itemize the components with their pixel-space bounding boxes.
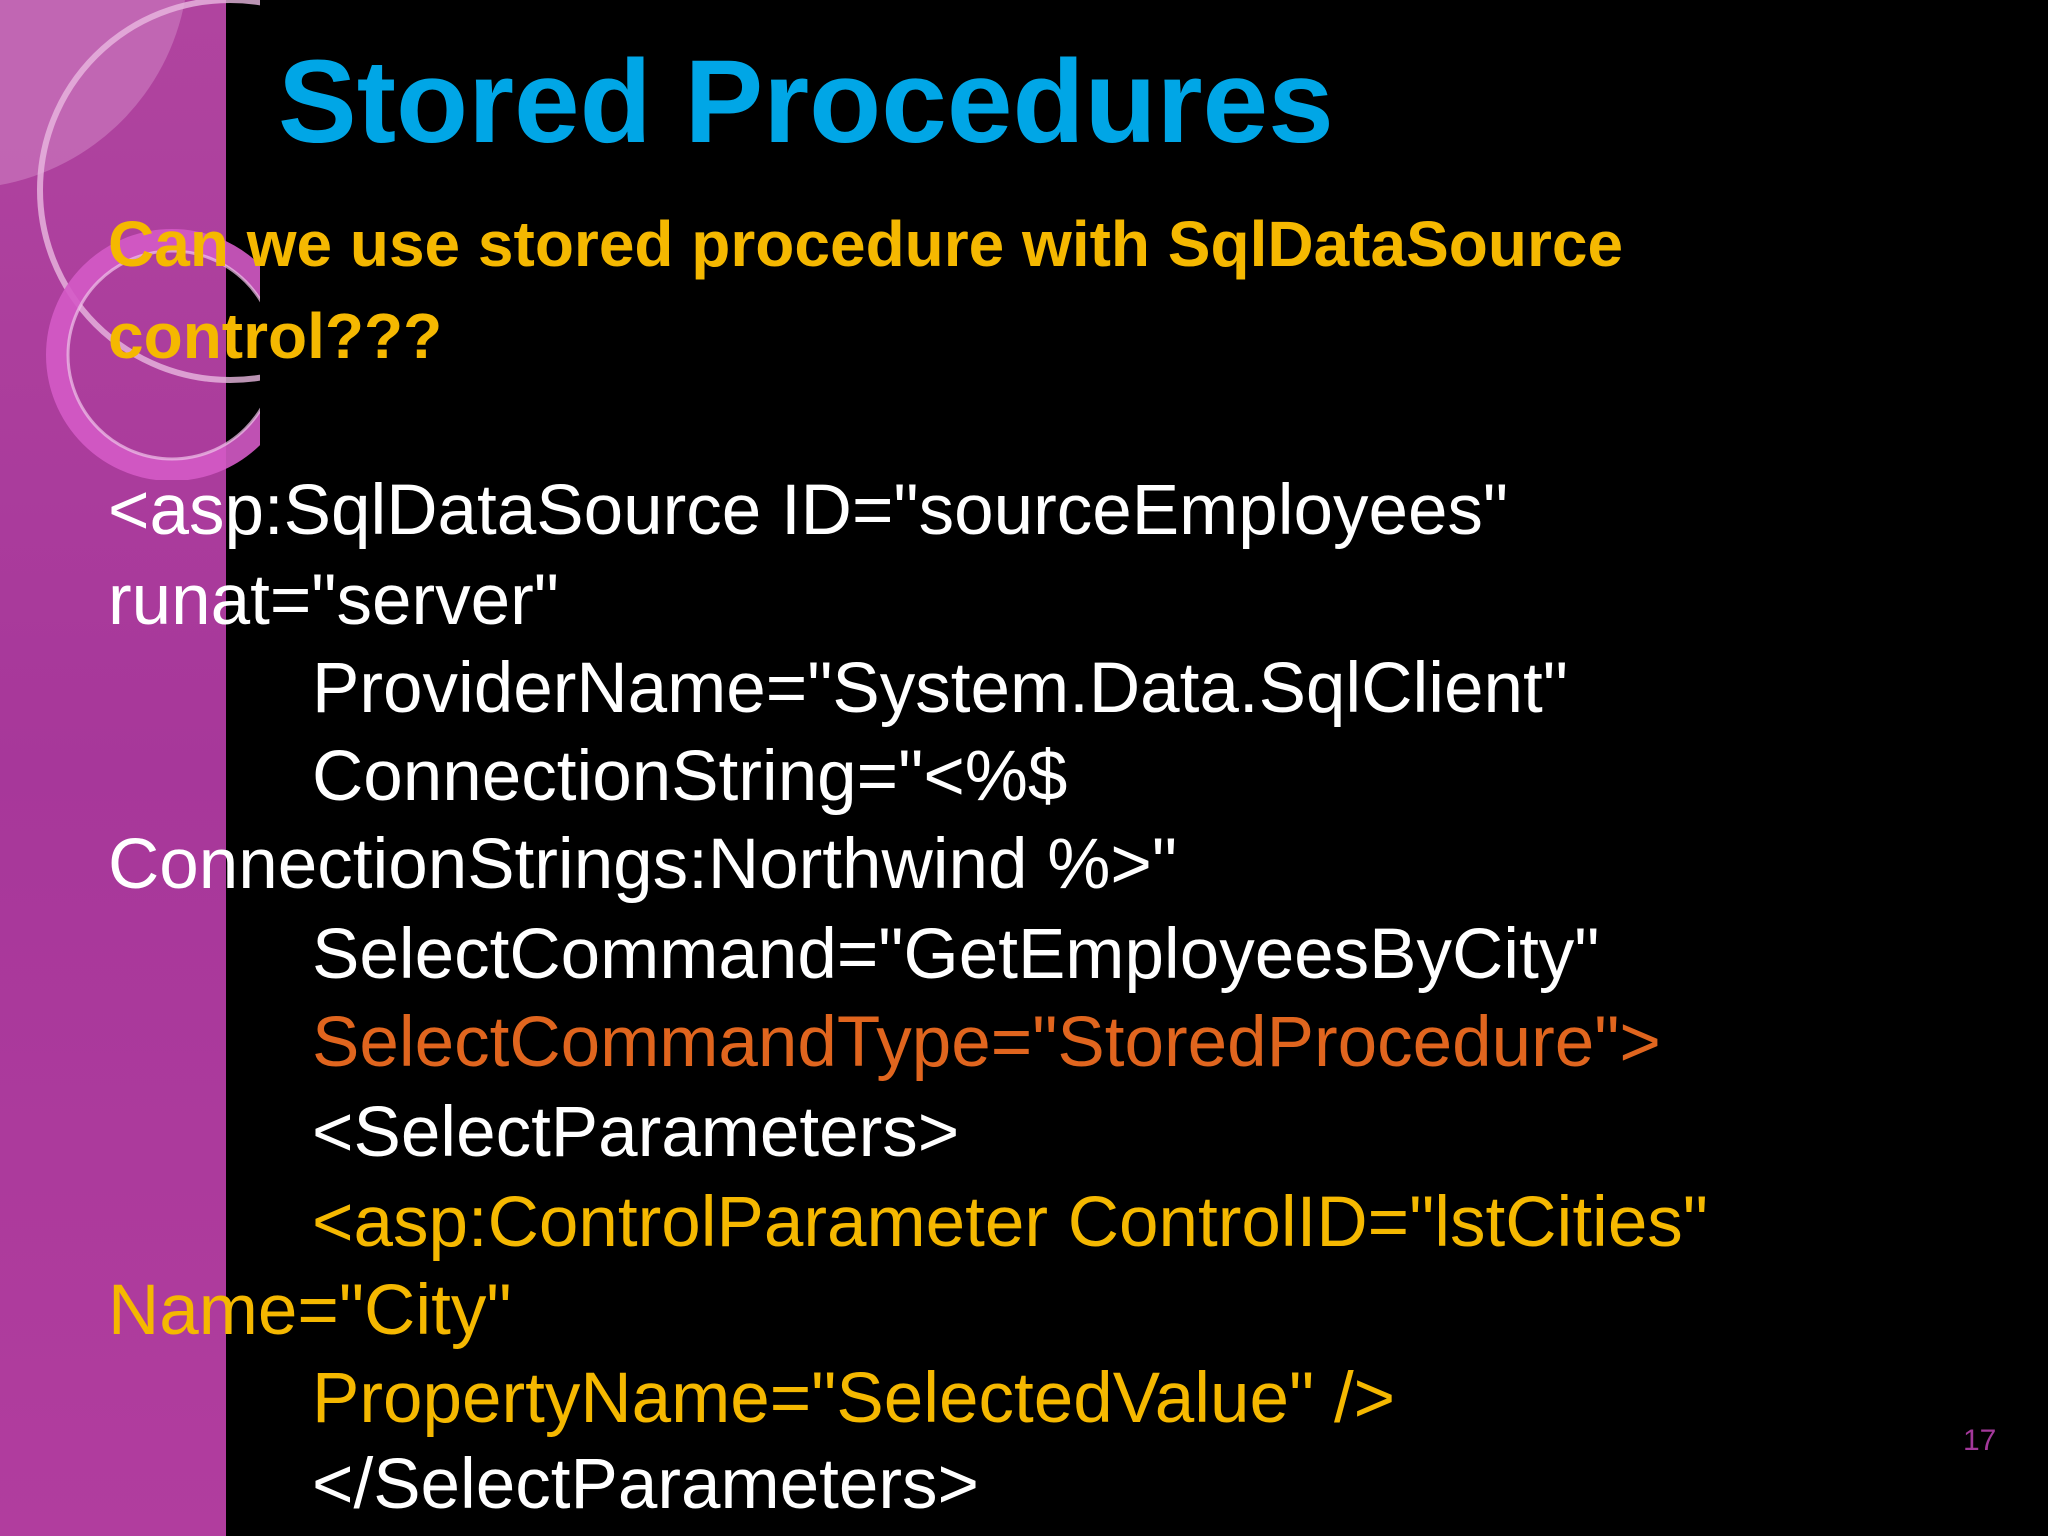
code-line-10: Name="City": [108, 1271, 512, 1350]
code-line-4: ConnectionString="<%$: [312, 737, 1068, 816]
code-line-7: SelectCommandType="StoredProcedure">: [312, 1003, 1661, 1082]
slide-title: Stored Procedures: [278, 36, 1334, 168]
page-number: 17: [1963, 1424, 1997, 1457]
code-line-3: ProviderName="System.Data.SqlClient": [312, 649, 1568, 728]
quarter-circle-shape: [0, 0, 185, 185]
code-line-6: SelectCommand="GetEmployeesByCity": [312, 915, 1600, 994]
code-line-5: ConnectionStrings:Northwind %>": [108, 825, 1178, 904]
code-line-2: runat="server": [108, 561, 559, 640]
code-line-9: <asp:ControlParameter ControlID="lstCiti…: [312, 1183, 1709, 1262]
slide-question: Can we use stored procedure with SqlData…: [108, 208, 1624, 372]
code-line-1: <asp:SqlDataSource ID="sourceEmployees": [108, 471, 1509, 550]
code-line-12: </SelectParameters>: [312, 1445, 979, 1524]
code-line-8: <SelectParameters>: [312, 1093, 960, 1172]
code-line-11: PropertyName="SelectedValue" />: [312, 1359, 1396, 1438]
